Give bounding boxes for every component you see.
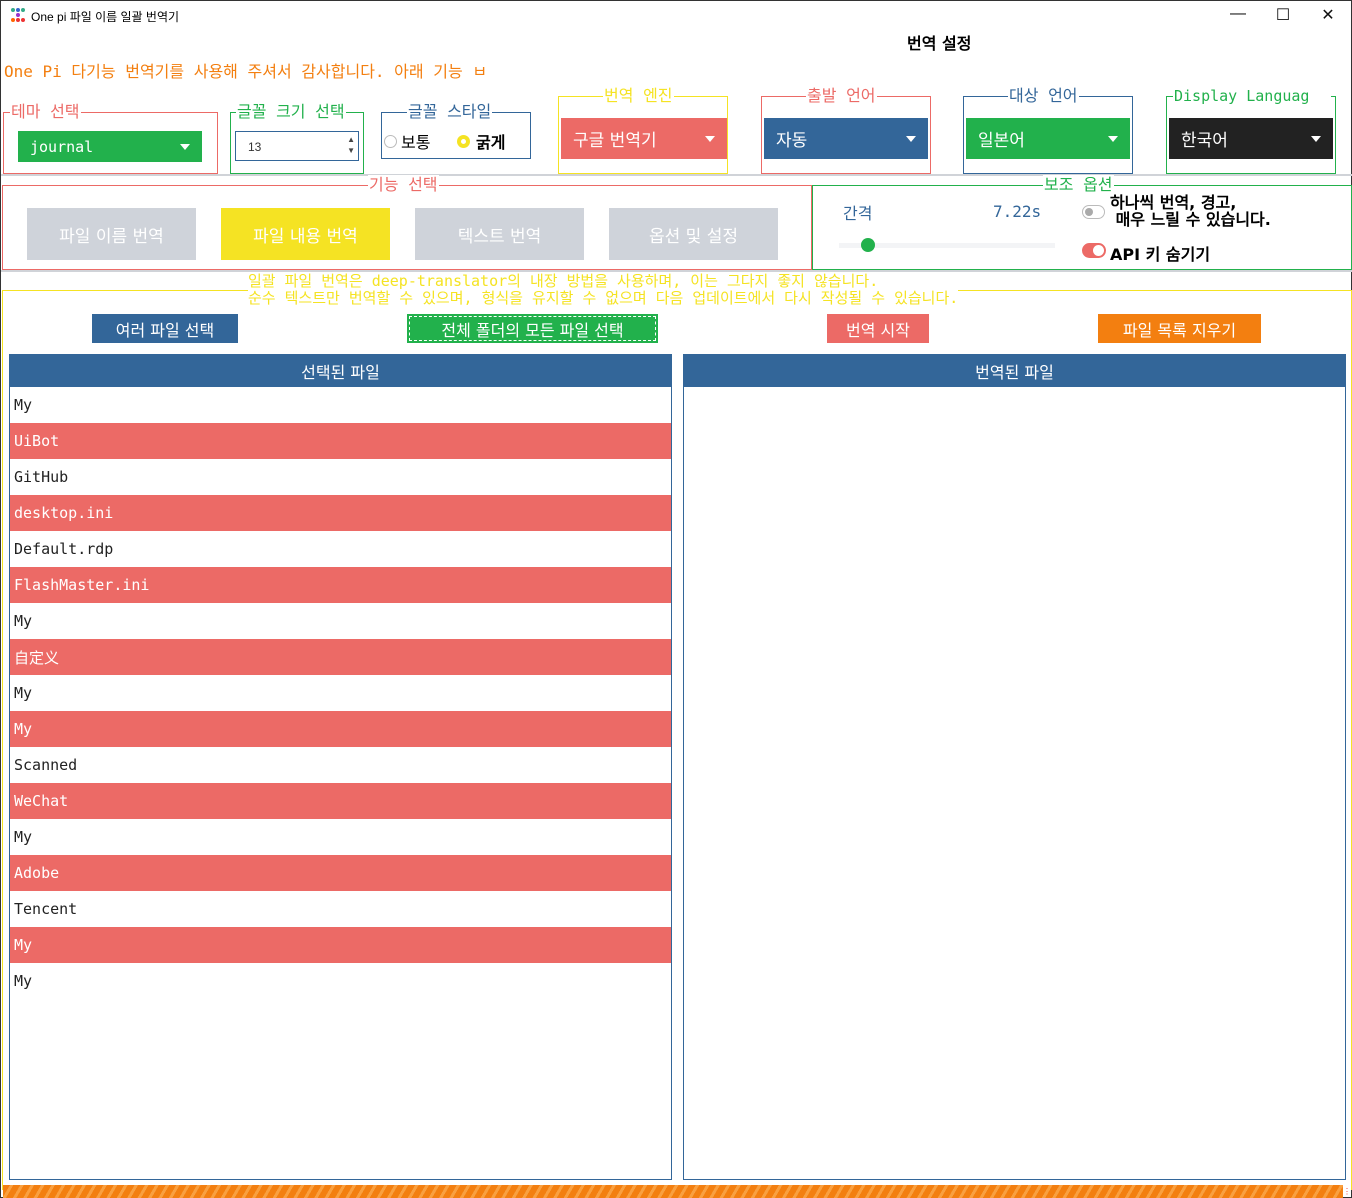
chevron-down-icon	[1108, 135, 1118, 142]
radio-off-icon	[384, 134, 397, 148]
select-folder-button[interactable]: 전체 폴더의 모든 파일 선택	[407, 314, 658, 343]
file-list-item[interactable]: 自定义	[10, 639, 671, 675]
spin-arrows-icon[interactable]: ▲ ▼	[347, 134, 355, 156]
engine-value: 구글 번역기	[573, 131, 657, 151]
display-language-dropdown[interactable]: 한국어	[1169, 118, 1333, 159]
translated-files-panel: 번역된 파일	[683, 354, 1346, 1180]
radio-normal-label: 보통	[401, 133, 431, 152]
font-size-group: 글꼴 크기 선택 13 ▲ ▼	[230, 102, 364, 174]
hide-api-toggle[interactable]	[1082, 243, 1106, 258]
title-bar: One pi 파일 이름 일괄 번역기 — ☐ ✕	[1, 1, 1351, 31]
theme-label: 테마 선택	[10, 102, 81, 122]
font-style-label: 글꼴 스타일	[407, 102, 493, 122]
filename-translate-button[interactable]: 파일 이름 번역	[27, 208, 196, 260]
theme-value: journal	[30, 137, 94, 156]
file-list-item[interactable]: FlashMaster.ini	[10, 567, 671, 603]
selected-files-header: 선택된 파일	[10, 355, 671, 387]
target-language-group: 대상 언어 일본어	[963, 86, 1133, 174]
interval-slider[interactable]	[839, 238, 1055, 252]
window-title: One pi 파일 이름 일괄 번역기	[31, 10, 180, 24]
file-list-item[interactable]: UiBot	[10, 423, 671, 459]
radio-normal[interactable]: 보통	[384, 129, 430, 153]
chevron-down-icon	[180, 143, 190, 150]
file-list-item[interactable]: Scanned	[10, 747, 671, 783]
minimize-button[interactable]: —	[1223, 5, 1253, 27]
theme-dropdown[interactable]: journal	[18, 131, 202, 162]
file-list-item[interactable]: Tencent	[10, 891, 671, 927]
chevron-down-icon	[906, 135, 916, 142]
one-by-one-toggle[interactable]	[1082, 205, 1105, 219]
progress-bar	[3, 1185, 1343, 1198]
selected-files-panel: 선택된 파일 My UiBot GitHub desktop.ini Default.r…	[9, 354, 672, 1180]
theme-group: 테마 선택 journal	[3, 102, 218, 174]
app-icon	[11, 8, 25, 22]
source-language-label: 출발 언어	[806, 86, 877, 106]
selected-files-list[interactable]: My UiBot GitHub desktop.ini Default.rdp Flash…	[10, 387, 671, 999]
radio-bold-label: 굵게	[476, 133, 506, 152]
file-list-item[interactable]: My	[10, 603, 671, 639]
display-language-value: 한국어	[1181, 131, 1228, 151]
aux-options-group: 보조 옵션 간격 7.22s 하나씩 번역, 경고, 매우 느릴 수 있습니다.…	[812, 175, 1352, 270]
close-button[interactable]: ✕	[1313, 5, 1343, 27]
chevron-down-icon	[705, 135, 715, 142]
interval-label: 간격	[843, 204, 873, 223]
interval-value: 7.22s	[993, 202, 1042, 221]
slider-thumb[interactable]	[860, 238, 875, 252]
file-list-item[interactable]: My	[10, 927, 671, 963]
resize-grip-icon[interactable]: ⋮	[1343, 1187, 1351, 1197]
display-language-group: Display Languag 한국어	[1166, 86, 1336, 174]
page-title: 번역 설정	[907, 34, 972, 53]
radio-on-icon	[457, 134, 470, 148]
font-style-group: 글꼴 스타일 보통 굵게	[381, 102, 531, 159]
file-list-item[interactable]: Default.rdp	[10, 531, 671, 567]
notice-text: 일괄 파일 번역은 deep-translator의 내장 방법을 사용하며, …	[248, 272, 959, 307]
engine-label: 번역 엔진	[603, 86, 674, 106]
file-list-item[interactable]: My	[10, 963, 671, 999]
options-settings-button[interactable]: 옵션 및 설정	[609, 208, 778, 260]
file-list-item[interactable]: My	[10, 675, 671, 711]
source-language-value: 자동	[776, 131, 808, 151]
translated-files-header: 번역된 파일	[684, 355, 1345, 387]
start-translate-button[interactable]: 번역 시작	[827, 314, 929, 343]
file-list-item[interactable]: GitHub	[10, 459, 671, 495]
file-list-item[interactable]: My	[10, 387, 671, 423]
file-list-item[interactable]: My	[10, 819, 671, 855]
engine-dropdown[interactable]: 구글 번역기	[561, 118, 727, 159]
separator	[1, 174, 1352, 176]
target-language-dropdown[interactable]: 일본어	[966, 118, 1130, 159]
source-language-group: 출발 언어 자동	[761, 86, 931, 174]
source-language-dropdown[interactable]: 자동	[764, 118, 928, 159]
chevron-down-icon	[1311, 135, 1321, 142]
file-list-item[interactable]: Adobe	[10, 855, 671, 891]
text-translate-button[interactable]: 텍스트 번역	[415, 208, 584, 260]
file-list-item[interactable]: desktop.ini	[10, 495, 671, 531]
file-list-item[interactable]: My	[10, 711, 671, 747]
font-size-spinbox[interactable]: 13 ▲ ▼	[235, 131, 359, 161]
font-size-value: 13	[248, 140, 262, 154]
hide-api-label: API 키 숨기기	[1110, 245, 1211, 264]
maximize-button[interactable]: ☐	[1268, 5, 1298, 27]
function-label: 기능 선택	[368, 175, 439, 195]
radio-bold[interactable]: 굵게	[457, 129, 505, 153]
select-multiple-files-button[interactable]: 여러 파일 선택	[92, 314, 238, 343]
display-language-label: Display Languag	[1173, 86, 1331, 106]
notice-line-1: 일괄 파일 번역은 deep-translator의 내장 방법을 사용하며, …	[248, 272, 879, 290]
notice-line-2: 순수 텍스트만 번역할 수 있으며, 형식을 유지할 수 없으며 다음 업데이트…	[248, 289, 959, 307]
aux-options-label: 보조 옵션	[1043, 175, 1114, 195]
file-list-item[interactable]: WeChat	[10, 783, 671, 819]
welcome-text: One Pi 다기능 번역기를 사용해 주셔서 감사합니다. 아래 기능 ㅂ	[4, 62, 488, 81]
font-size-label: 글꼴 크기 선택	[236, 102, 346, 122]
toggle-knob	[1093, 245, 1104, 256]
clear-list-button[interactable]: 파일 목록 지우기	[1098, 314, 1261, 343]
target-language-value: 일본어	[978, 131, 1025, 151]
one-by-one-label: 하나씩 번역, 경고, 매우 느릴 수 있습니다.	[1110, 193, 1271, 229]
engine-group: 번역 엔진 구글 번역기	[558, 86, 728, 174]
file-content-translate-button[interactable]: 파일 내용 번역	[221, 208, 390, 260]
toggle-knob	[1085, 208, 1093, 216]
target-language-label: 대상 언어	[1008, 86, 1079, 106]
